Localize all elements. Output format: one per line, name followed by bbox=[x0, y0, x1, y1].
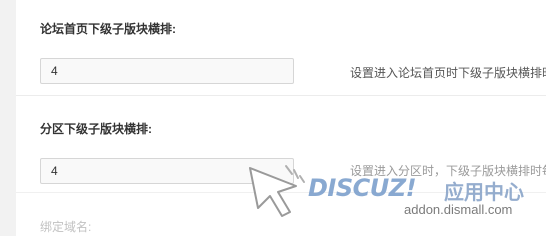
setting-hint: 设置进入分区时，下级子版块横排时每 bbox=[350, 164, 546, 178]
left-gutter bbox=[0, 0, 16, 236]
setting-row-forum-index-subforum-columns: 论坛首页下级子版块横排: 设置进入论坛首页时下级子版块横排时 bbox=[16, 0, 546, 96]
forum-index-subforum-columns-input[interactable] bbox=[40, 58, 294, 84]
setting-row-bind-domain: 绑定域名: bbox=[16, 192, 546, 236]
setting-label: 绑定域名: bbox=[40, 220, 92, 234]
category-subforum-columns-input[interactable] bbox=[40, 158, 294, 184]
settings-panel: 论坛首页下级子版块横排: 设置进入论坛首页时下级子版块横排时 分区下级子版块横排… bbox=[16, 0, 546, 236]
setting-hint: 设置进入论坛首页时下级子版块横排时 bbox=[350, 66, 546, 80]
setting-label: 分区下级子版块横排: bbox=[40, 122, 152, 136]
setting-label: 论坛首页下级子版块横排: bbox=[40, 22, 176, 36]
setting-row-category-subforum-columns: 分区下级子版块横排: 设置进入分区时，下级子版块横排时每 bbox=[16, 96, 546, 192]
